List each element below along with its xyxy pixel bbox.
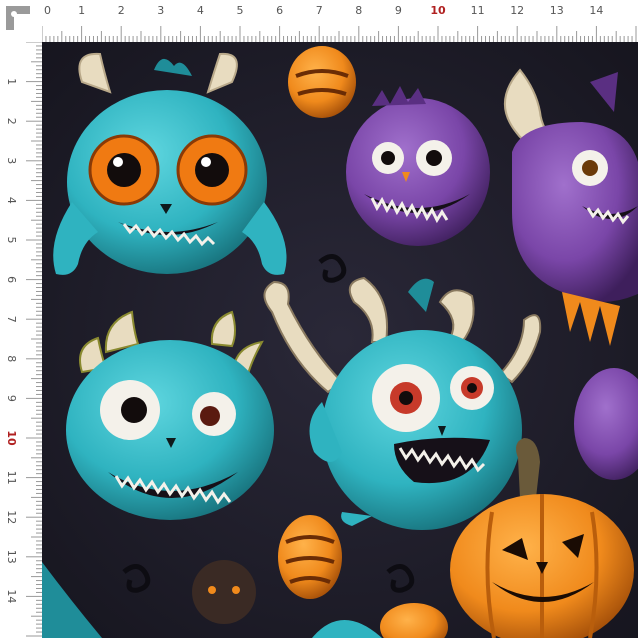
ruler-label-left: 7 bbox=[5, 316, 18, 323]
ruler-label-top: 11 bbox=[471, 4, 485, 17]
ruler-label-left: 4 bbox=[5, 197, 18, 204]
ruler-label-left: 13 bbox=[5, 550, 18, 564]
ruler-label-top: 13 bbox=[550, 4, 564, 17]
ruler-corner bbox=[0, 0, 42, 42]
ruler-label-left: 6 bbox=[5, 276, 18, 283]
ruler-label-left: 11 bbox=[5, 471, 18, 485]
ruler-label-left: 10 bbox=[5, 430, 18, 446]
ruler-label-top: 10 bbox=[430, 4, 446, 17]
ruler-label-left: 5 bbox=[5, 237, 18, 244]
ruler-label-top: 14 bbox=[589, 4, 603, 17]
ruler-label-top: 5 bbox=[237, 4, 244, 17]
small-dark-monster-icon bbox=[192, 560, 256, 624]
ruler-label-left: 3 bbox=[5, 157, 18, 164]
candy-icon bbox=[288, 46, 356, 118]
ruler-label-top: 0 bbox=[44, 4, 51, 17]
corner-clip-icon bbox=[6, 6, 30, 30]
ruler-label-left: 2 bbox=[5, 118, 18, 125]
ruler-label-top: 4 bbox=[197, 4, 204, 17]
ruler-label-top: 6 bbox=[276, 4, 283, 17]
ruler-label-top: 12 bbox=[510, 4, 524, 17]
ruler-label-top: 1 bbox=[78, 4, 85, 17]
left-ruler: 1234567891011121314 bbox=[0, 0, 42, 638]
ruler-label-top: 9 bbox=[395, 4, 402, 17]
ruler-label-left: 12 bbox=[5, 510, 18, 524]
ruler-label-left: 14 bbox=[5, 589, 18, 603]
top-ruler: 0 1 2 3 4 5 6 7 8 9 10 11 12 13 14 bbox=[0, 0, 638, 42]
ruler-label-top: 7 bbox=[316, 4, 323, 17]
monster-fabric-artwork bbox=[42, 42, 638, 638]
ruler-label-top: 3 bbox=[157, 4, 164, 17]
ruler-label-left: 8 bbox=[5, 355, 18, 362]
ruler-label-top: 8 bbox=[355, 4, 362, 17]
ruler-label-top: 2 bbox=[118, 4, 125, 17]
ruler-label-left: 9 bbox=[5, 395, 18, 402]
ruler-label-left: 1 bbox=[5, 78, 18, 85]
candy-icon bbox=[278, 515, 342, 599]
